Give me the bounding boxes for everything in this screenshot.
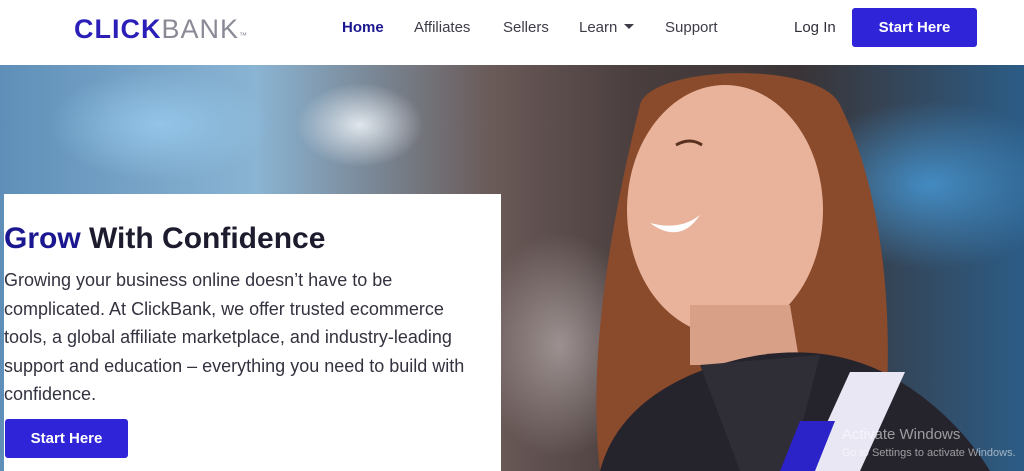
logo-secondary-text: BANK [161,14,240,44]
logo-primary-text: CLICK [74,14,162,44]
clickbank-logo[interactable]: CLICKBANK™ [74,14,248,51]
header-start-here-button[interactable]: Start Here [852,8,977,47]
nav-item-sellers[interactable]: Sellers [503,18,549,38]
hero-title-accent: Grow [4,222,81,255]
nav-item-support[interactable]: Support [665,18,718,38]
nav-item-home[interactable]: Home [342,18,384,38]
hero-start-here-button[interactable]: Start Here [5,419,128,458]
hero-description: Growing your business online doesn’t hav… [4,270,465,404]
hero-section: Grow With Confidence Growing your busine… [0,65,1024,471]
nav-item-learn-label: Learn [579,19,618,36]
watermark-title: Activate Windows [842,426,961,443]
face-shape [627,85,823,335]
caret-down-icon [624,23,635,29]
nav-item-affiliates[interactable]: Affiliates [414,18,470,38]
watermark-subtitle: Go to Settings to activate Windows. [842,447,1016,459]
windows-activation-watermark: Activate Windows Go to Settings to activ… [842,426,1016,460]
hero-title: Grow With Confidence [4,220,325,258]
login-link[interactable]: Log In [794,18,836,38]
nav-item-learn[interactable]: Learn [579,18,635,38]
site-header: CLICKBANK™ Home Affiliates Sellers Learn… [0,0,1024,60]
hero-title-rest: With Confidence [80,222,326,255]
logo-trademark: ™ [239,31,249,40]
